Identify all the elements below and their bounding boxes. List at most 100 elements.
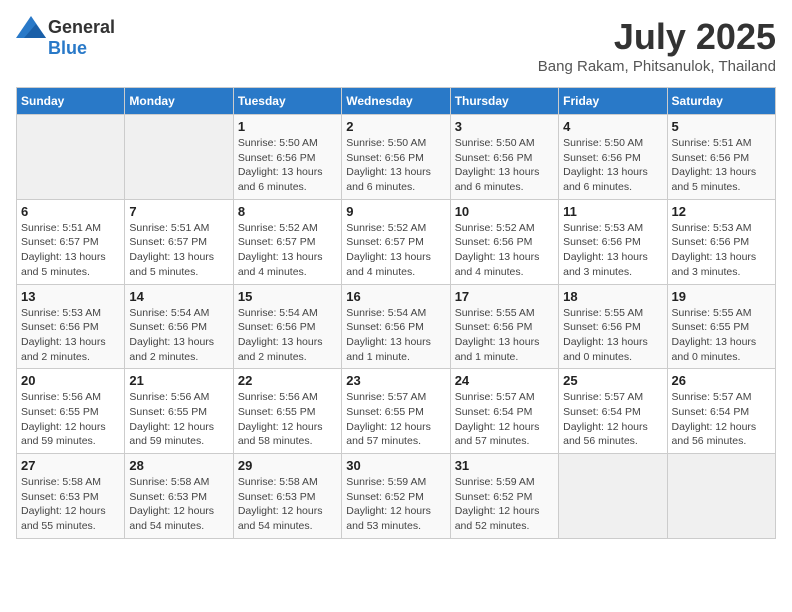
day-info: Sunrise: 5:54 AM Sunset: 6:56 PM Dayligh…: [238, 306, 337, 365]
page-header: General Blue July 2025 Bang Rakam, Phits…: [16, 16, 776, 75]
calendar-cell: 25 Sunrise: 5:57 AM Sunset: 6:54 PM Dayli…: [559, 369, 667, 454]
calendar-cell: 26Sunrise: 5:57 AM Sunset: 6:54 PM Dayli…: [667, 369, 775, 454]
day-info: Sunrise: 5:50 AM Sunset: 6:56 PM Dayligh…: [346, 136, 445, 195]
calendar-cell: 18Sunrise: 5:55 AM Sunset: 6:56 PM Dayli…: [559, 284, 667, 369]
day-number: 27: [21, 458, 120, 473]
calendar-cell: 23 Sunrise: 5:57 AM Sunset: 6:55 PM Dayli…: [342, 369, 450, 454]
day-info: Sunrise: 5:57 AM Sunset: 6:54 PM Dayligh…: [455, 390, 554, 449]
calendar-cell: 10 Sunrise: 5:52 AM Sunset: 6:56 PM Dayli…: [450, 199, 558, 284]
header-thursday: Thursday: [450, 88, 558, 115]
day-number: 15: [238, 289, 337, 304]
day-info: Sunrise: 5:51 AM Sunset: 6:57 PM Dayligh…: [129, 221, 228, 280]
header-wednesday: Wednesday: [342, 88, 450, 115]
calendar-cell: 16Sunrise: 5:54 AM Sunset: 6:56 PM Dayli…: [342, 284, 450, 369]
day-number: 8: [238, 204, 337, 219]
logo-blue-text: Blue: [48, 38, 87, 59]
day-info: Sunrise: 5:51 AM Sunset: 6:57 PM Dayligh…: [21, 221, 120, 280]
calendar-cell: 27 Sunrise: 5:58 AM Sunset: 6:53 PM Dayli…: [17, 454, 125, 539]
day-info: Sunrise: 5:52 AM Sunset: 6:56 PM Dayligh…: [455, 221, 554, 280]
calendar-table: Sunday Monday Tuesday Wednesday Thursday…: [16, 87, 776, 539]
day-number: 28: [129, 458, 228, 473]
day-number: 14: [129, 289, 228, 304]
title-area: July 2025 Bang Rakam, Phitsanulok, Thail…: [538, 16, 776, 75]
day-number: 6: [21, 204, 120, 219]
calendar-cell: [125, 115, 233, 200]
day-number: 4: [563, 119, 662, 134]
day-number: 7: [129, 204, 228, 219]
logo-icon: [16, 16, 46, 38]
calendar-cell: 1 Sunrise: 5:50 AM Sunset: 6:56 PM Daylig…: [233, 115, 341, 200]
day-info: Sunrise: 5:58 AM Sunset: 6:53 PM Dayligh…: [129, 475, 228, 534]
calendar-cell: 3Sunrise: 5:50 AM Sunset: 6:56 PM Daylig…: [450, 115, 558, 200]
day-info: Sunrise: 5:57 AM Sunset: 6:54 PM Dayligh…: [563, 390, 662, 449]
day-number: 24: [455, 373, 554, 388]
header-sunday: Sunday: [17, 88, 125, 115]
week-row-3: 13Sunrise: 5:53 AM Sunset: 6:56 PM Dayli…: [17, 284, 776, 369]
day-info: Sunrise: 5:54 AM Sunset: 6:56 PM Dayligh…: [129, 306, 228, 365]
calendar-cell: 24 Sunrise: 5:57 AM Sunset: 6:54 PM Dayli…: [450, 369, 558, 454]
day-info: Sunrise: 5:56 AM Sunset: 6:55 PM Dayligh…: [21, 390, 120, 449]
day-info: Sunrise: 5:57 AM Sunset: 6:54 PM Dayligh…: [672, 390, 771, 449]
day-number: 17: [455, 289, 554, 304]
calendar-cell: 28 Sunrise: 5:58 AM Sunset: 6:53 PM Dayli…: [125, 454, 233, 539]
day-number: 19: [672, 289, 771, 304]
day-info: Sunrise: 5:59 AM Sunset: 6:52 PM Dayligh…: [346, 475, 445, 534]
calendar-cell: [559, 454, 667, 539]
calendar-cell: 4 Sunrise: 5:50 AM Sunset: 6:56 PM Daylig…: [559, 115, 667, 200]
day-info: Sunrise: 5:53 AM Sunset: 6:56 PM Dayligh…: [563, 221, 662, 280]
calendar-cell: 13Sunrise: 5:53 AM Sunset: 6:56 PM Dayli…: [17, 284, 125, 369]
day-number: 13: [21, 289, 120, 304]
calendar-cell: 8 Sunrise: 5:52 AM Sunset: 6:57 PM Daylig…: [233, 199, 341, 284]
header-monday: Monday: [125, 88, 233, 115]
calendar-cell: 19Sunrise: 5:55 AM Sunset: 6:55 PM Dayli…: [667, 284, 775, 369]
calendar-cell: 6 Sunrise: 5:51 AM Sunset: 6:57 PM Daylig…: [17, 199, 125, 284]
week-row-4: 20Sunrise: 5:56 AM Sunset: 6:55 PM Dayli…: [17, 369, 776, 454]
day-info: Sunrise: 5:52 AM Sunset: 6:57 PM Dayligh…: [238, 221, 337, 280]
calendar-cell: [17, 115, 125, 200]
calendar-cell: 14 Sunrise: 5:54 AM Sunset: 6:56 PM Dayli…: [125, 284, 233, 369]
location-text: Bang Rakam, Phitsanulok, Thailand: [538, 58, 776, 75]
day-info: Sunrise: 5:50 AM Sunset: 6:56 PM Dayligh…: [238, 136, 337, 195]
day-number: 12: [672, 204, 771, 219]
day-number: 30: [346, 458, 445, 473]
week-row-2: 6 Sunrise: 5:51 AM Sunset: 6:57 PM Daylig…: [17, 199, 776, 284]
header-friday: Friday: [559, 88, 667, 115]
calendar-cell: 12 Sunrise: 5:53 AM Sunset: 6:56 PM Dayli…: [667, 199, 775, 284]
calendar-cell: 29 Sunrise: 5:58 AM Sunset: 6:53 PM Dayli…: [233, 454, 341, 539]
day-info: Sunrise: 5:58 AM Sunset: 6:53 PM Dayligh…: [21, 475, 120, 534]
calendar-header: Sunday Monday Tuesday Wednesday Thursday…: [17, 88, 776, 115]
day-info: Sunrise: 5:50 AM Sunset: 6:56 PM Dayligh…: [563, 136, 662, 195]
day-info: Sunrise: 5:57 AM Sunset: 6:55 PM Dayligh…: [346, 390, 445, 449]
calendar-body: 1 Sunrise: 5:50 AM Sunset: 6:56 PM Daylig…: [17, 115, 776, 539]
day-info: Sunrise: 5:59 AM Sunset: 6:52 PM Dayligh…: [455, 475, 554, 534]
calendar-cell: 20Sunrise: 5:56 AM Sunset: 6:55 PM Dayli…: [17, 369, 125, 454]
day-info: Sunrise: 5:53 AM Sunset: 6:56 PM Dayligh…: [672, 221, 771, 280]
day-number: 10: [455, 204, 554, 219]
calendar-cell: 11Sunrise: 5:53 AM Sunset: 6:56 PM Dayli…: [559, 199, 667, 284]
day-number: 21: [129, 373, 228, 388]
month-title: July 2025: [538, 16, 776, 58]
day-number: 1: [238, 119, 337, 134]
day-number: 31: [455, 458, 554, 473]
week-row-5: 27 Sunrise: 5:58 AM Sunset: 6:53 PM Dayli…: [17, 454, 776, 539]
day-number: 25: [563, 373, 662, 388]
calendar-cell: 21 Sunrise: 5:56 AM Sunset: 6:55 PM Dayli…: [125, 369, 233, 454]
calendar-cell: 9Sunrise: 5:52 AM Sunset: 6:57 PM Daylig…: [342, 199, 450, 284]
weekday-header-row: Sunday Monday Tuesday Wednesday Thursday…: [17, 88, 776, 115]
day-info: Sunrise: 5:55 AM Sunset: 6:56 PM Dayligh…: [563, 306, 662, 365]
calendar-cell: [667, 454, 775, 539]
calendar-cell: 31 Sunrise: 5:59 AM Sunset: 6:52 PM Dayli…: [450, 454, 558, 539]
calendar-cell: 7 Sunrise: 5:51 AM Sunset: 6:57 PM Daylig…: [125, 199, 233, 284]
day-number: 22: [238, 373, 337, 388]
day-number: 23: [346, 373, 445, 388]
day-number: 29: [238, 458, 337, 473]
day-info: Sunrise: 5:56 AM Sunset: 6:55 PM Dayligh…: [129, 390, 228, 449]
calendar-cell: 30 Sunrise: 5:59 AM Sunset: 6:52 PM Dayli…: [342, 454, 450, 539]
calendar-cell: 5Sunrise: 5:51 AM Sunset: 6:56 PM Daylig…: [667, 115, 775, 200]
day-info: Sunrise: 5:52 AM Sunset: 6:57 PM Dayligh…: [346, 221, 445, 280]
day-info: Sunrise: 5:55 AM Sunset: 6:56 PM Dayligh…: [455, 306, 554, 365]
day-info: Sunrise: 5:56 AM Sunset: 6:55 PM Dayligh…: [238, 390, 337, 449]
calendar-cell: 22 Sunrise: 5:56 AM Sunset: 6:55 PM Dayli…: [233, 369, 341, 454]
day-info: Sunrise: 5:58 AM Sunset: 6:53 PM Dayligh…: [238, 475, 337, 534]
logo: General Blue: [16, 16, 115, 59]
